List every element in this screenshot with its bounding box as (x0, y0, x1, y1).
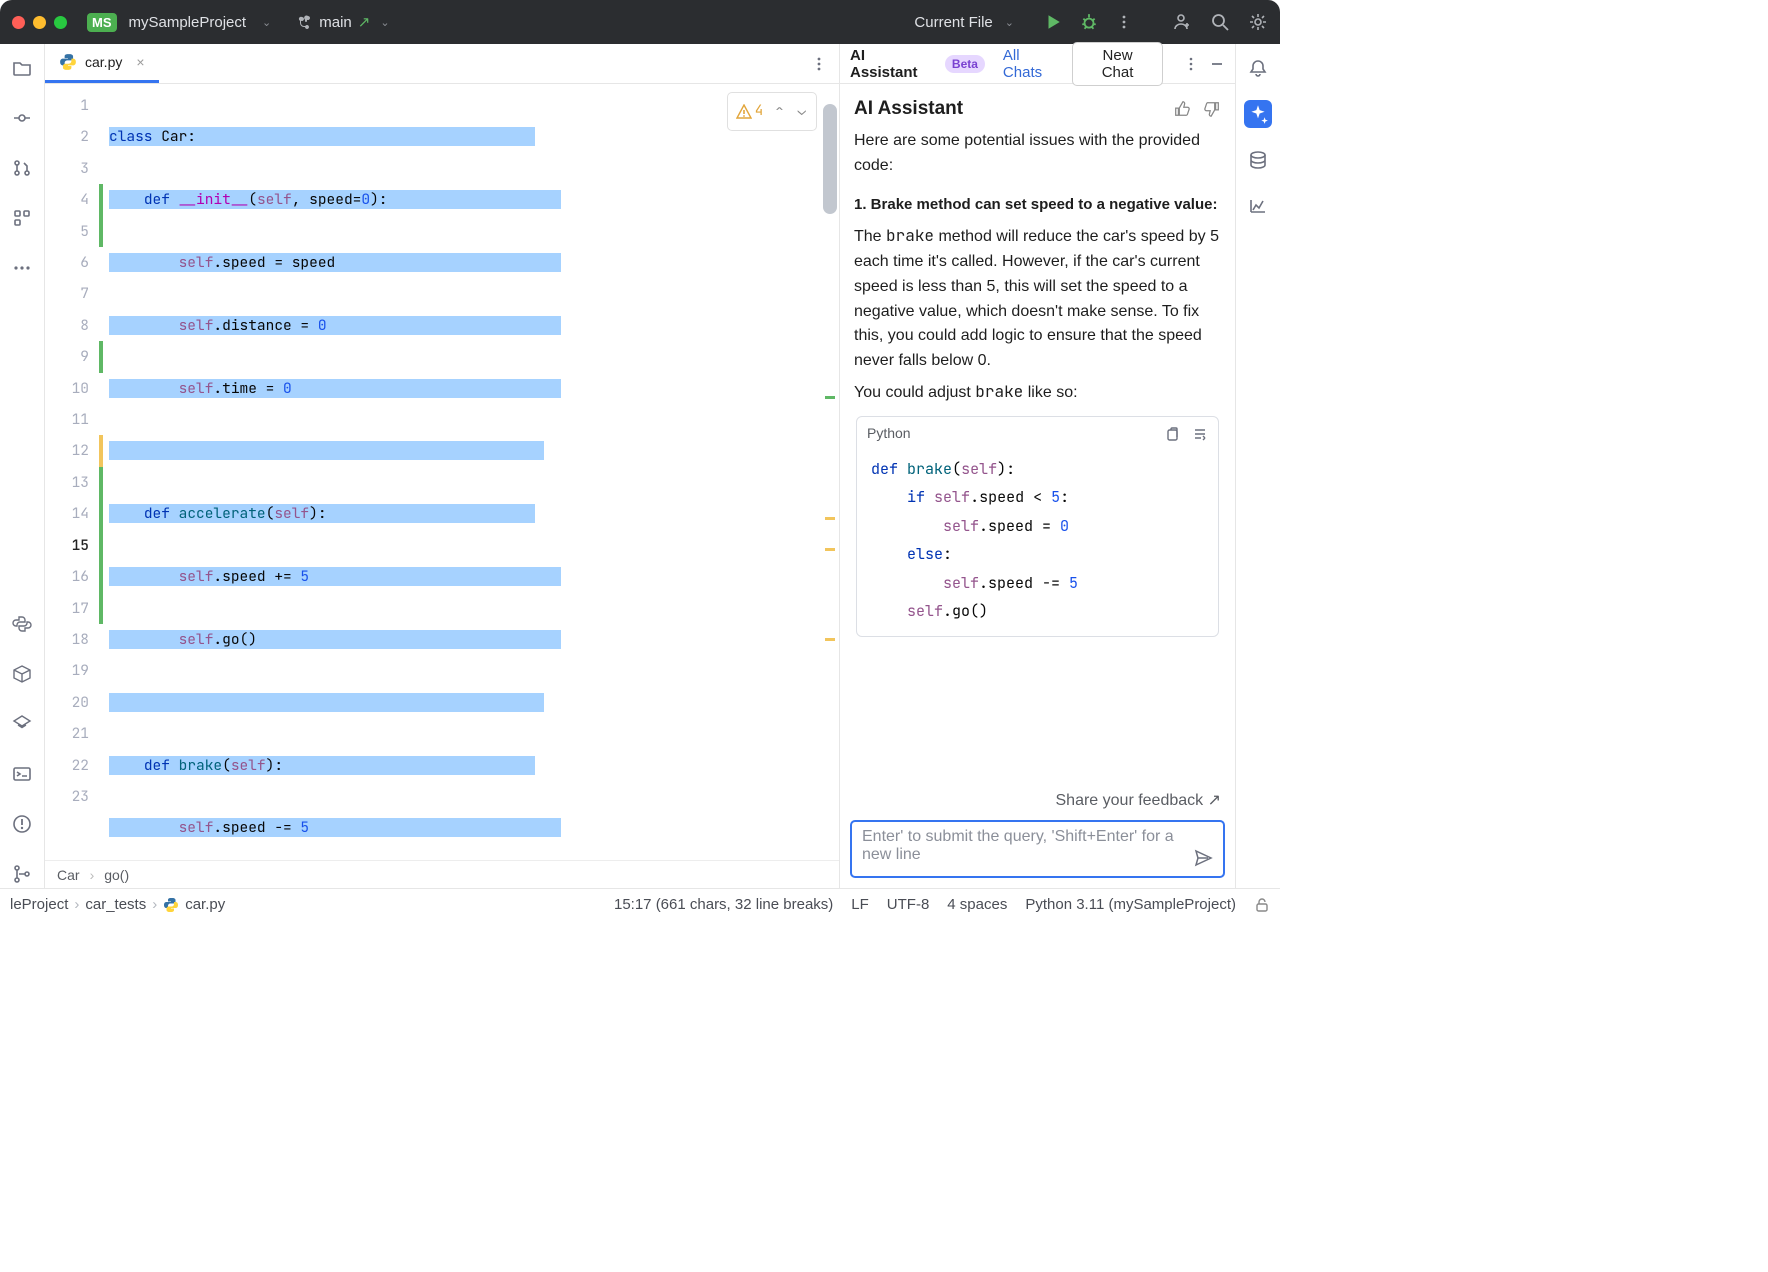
pull-requests-icon[interactable] (8, 154, 36, 182)
minimize-window[interactable] (33, 16, 46, 29)
structure-tool-icon[interactable] (8, 204, 36, 232)
more-tool-icon[interactable] (8, 254, 36, 282)
run-config-chevron-icon: ⌄ (1005, 16, 1014, 29)
status-cursor-pos[interactable]: 15:17 (661 chars, 32 line breaks) (614, 896, 833, 913)
status-lock-icon[interactable] (1254, 897, 1270, 913)
close-tab-icon[interactable]: × (136, 54, 144, 70)
file-tab-label: car.py (85, 54, 122, 70)
ai-chat-body: AI Assistant Here are some potential iss… (840, 84, 1235, 786)
debug-icon[interactable] (1080, 13, 1098, 31)
python-file-icon (163, 897, 179, 913)
ai-panel-title: AI Assistant (850, 47, 935, 81)
ai-assistant-panel: AI Assistant Beta All Chats New Chat AI … (840, 44, 1235, 888)
python-file-icon (59, 53, 77, 71)
services-icon[interactable] (8, 710, 36, 738)
project-badge: MS (87, 13, 117, 32)
ai-panel-header: AI Assistant Beta All Chats New Chat (840, 44, 1235, 84)
status-bar: leProject › car_tests › car.py 15:17 (66… (0, 888, 1280, 920)
problems-icon[interactable] (8, 810, 36, 838)
code-content[interactable]: class Car: def __init__(self, speed=0): … (107, 84, 839, 860)
editor-breadcrumbs[interactable]: Car › go() (45, 860, 839, 888)
status-path[interactable]: leProject › car_tests › car.py (10, 896, 225, 913)
run-icon[interactable] (1044, 13, 1062, 31)
new-chat-button[interactable]: New Chat (1072, 42, 1163, 86)
python-packages-icon[interactable] (8, 660, 36, 688)
code-lang-label: Python (867, 423, 911, 445)
ai-more-icon[interactable] (1183, 56, 1199, 72)
send-icon[interactable] (1193, 848, 1213, 868)
right-tool-rail (1235, 44, 1280, 888)
breadcrumb-method[interactable]: go() (104, 867, 129, 883)
terminal-icon[interactable] (8, 760, 36, 788)
code-editor[interactable]: 1 2 3 4 5 6 7 8 9 10 11 12 13 14 15 16 1 (45, 84, 839, 860)
branch-icon (297, 14, 313, 30)
editor-scrollbar[interactable] (823, 94, 837, 850)
status-encoding[interactable]: UTF-8 (887, 896, 930, 913)
notifications-icon[interactable] (1244, 54, 1272, 82)
next-highlight-icon[interactable]: ⌄ (796, 96, 808, 127)
status-indent[interactable]: 4 spaces (947, 896, 1007, 913)
editor-gutter: 1 2 3 4 5 6 7 8 9 10 11 12 13 14 15 16 1 (45, 84, 107, 860)
more-actions-icon[interactable] (1116, 14, 1132, 30)
warning-icon: 4 (736, 96, 763, 127)
run-config-label: Current File (914, 14, 992, 31)
left-tool-rail (0, 44, 45, 888)
copy-code-icon[interactable] (1164, 426, 1180, 442)
editor-panel: car.py × 1 2 3 4 5 6 7 8 9 1 (45, 44, 840, 888)
vcs-branch[interactable]: main ↗ ⌄ (297, 13, 389, 31)
insert-code-icon[interactable] (1192, 426, 1208, 442)
project-name[interactable]: mySampleProject (129, 14, 247, 31)
tab-more-icon[interactable] (811, 56, 827, 72)
sciview-icon[interactable] (1244, 192, 1272, 220)
status-line-sep[interactable]: LF (851, 896, 869, 913)
all-chats-link[interactable]: All Chats (1003, 47, 1062, 81)
push-arrow-icon: ↗ (358, 13, 371, 31)
thumbs-down-icon[interactable] (1203, 100, 1221, 118)
file-tab-car[interactable]: car.py × (45, 44, 159, 83)
editor-tabs: car.py × (45, 44, 839, 84)
database-tool-icon[interactable] (1244, 146, 1272, 174)
share-feedback-link[interactable]: Share your feedback ↗ (840, 786, 1235, 812)
inspection-widget[interactable]: 4 ⌃ ⌄ (727, 92, 817, 131)
breadcrumb-class[interactable]: Car (57, 867, 80, 883)
ai-chat-input[interactable]: Enter' to submit the query, 'Shift+Enter… (850, 820, 1225, 878)
ai-input-placeholder: Enter' to submit the query, 'Shift+Enter… (862, 828, 1185, 864)
project-tool-icon[interactable] (8, 54, 36, 82)
ai-assistant-tool-icon[interactable] (1244, 100, 1272, 128)
branch-chevron-icon[interactable]: ⌄ (380, 16, 389, 29)
code-with-me-icon[interactable] (1172, 12, 1192, 32)
traffic-lights (12, 16, 67, 29)
branch-name: main (319, 14, 352, 31)
status-interpreter[interactable]: Python 3.11 (mySampleProject) (1025, 896, 1236, 913)
thumbs-up-icon[interactable] (1173, 100, 1191, 118)
ai-code-content[interactable]: def brake(self): if self.speed < 5: self… (857, 451, 1218, 636)
ai-issue-heading: 1. Brake method can set speed to a negat… (854, 193, 1221, 216)
ai-message-title: AI Assistant (854, 94, 963, 123)
python-console-icon[interactable] (8, 610, 36, 638)
minimize-panel-icon[interactable] (1209, 56, 1225, 72)
commit-tool-icon[interactable] (8, 104, 36, 132)
ai-paragraph-1: The brake method will reduce the car's s… (854, 224, 1221, 374)
titlebar: MS mySampleProject ⌄ main ↗ ⌄ Current Fi… (0, 0, 1280, 44)
ai-code-block: Python def brake(self): if self.speed < … (856, 416, 1219, 637)
close-window[interactable] (12, 16, 25, 29)
maximize-window[interactable] (54, 16, 67, 29)
settings-icon[interactable] (1248, 12, 1268, 32)
project-chevron-icon[interactable]: ⌄ (262, 16, 271, 29)
prev-highlight-icon[interactable]: ⌃ (773, 96, 785, 127)
run-config-selector[interactable]: Current File ⌄ (914, 14, 1014, 31)
ai-paragraph-2: You could adjust brake like so: (854, 380, 1221, 406)
search-icon[interactable] (1210, 12, 1230, 32)
vcs-tool-icon[interactable] (8, 860, 36, 888)
beta-badge: Beta (945, 55, 985, 73)
ai-intro-text: Here are some potential issues with the … (854, 129, 1221, 179)
